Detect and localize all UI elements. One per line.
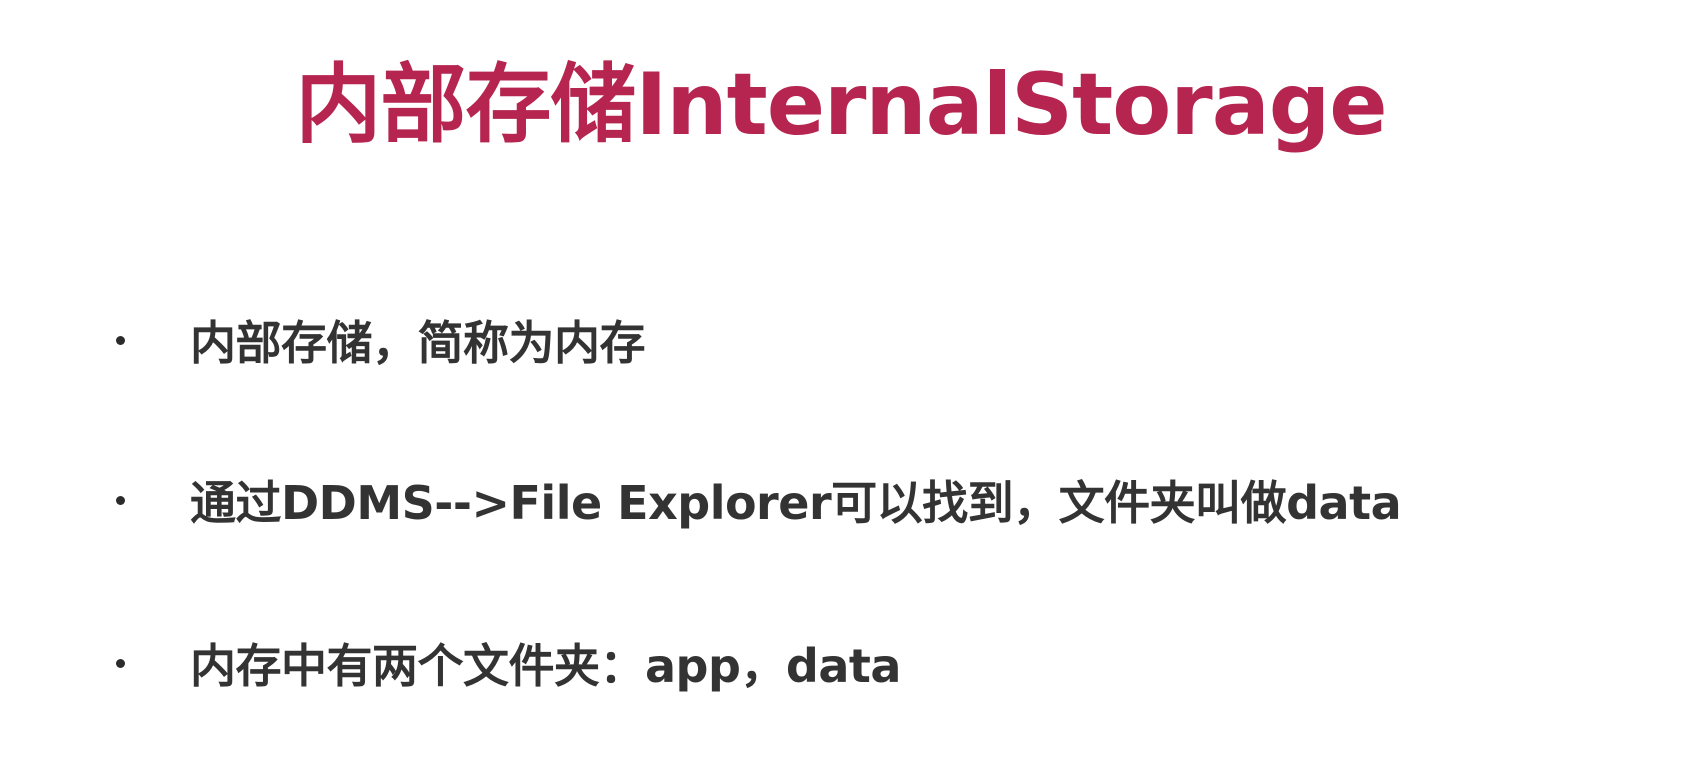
- slide: 内部存储InternalStorage 内部存储，简称为内存 通过DDMS-->…: [0, 0, 1682, 784]
- bullet-text: 内部存储，简称为内存: [190, 316, 646, 370]
- bullet-dot-icon: [116, 495, 125, 505]
- bullet-dot-icon: [116, 335, 125, 345]
- bullet-item: 内部存储，简称为内存: [116, 305, 646, 375]
- bullet-list: 内部存储，简称为内存 通过DDMS-->File Explorer可以找到，文件…: [0, 0, 1682, 784]
- bullet-text: 内存中有两个文件夹：app，data: [190, 639, 901, 693]
- bullet-dot-icon: [116, 658, 125, 668]
- bullet-text: 通过DDMS-->File Explorer可以找到，文件夹叫做data: [190, 476, 1402, 530]
- bullet-item: 通过DDMS-->File Explorer可以找到，文件夹叫做data: [116, 465, 1402, 535]
- bullet-item: 内存中有两个文件夹：app，data: [116, 628, 901, 698]
